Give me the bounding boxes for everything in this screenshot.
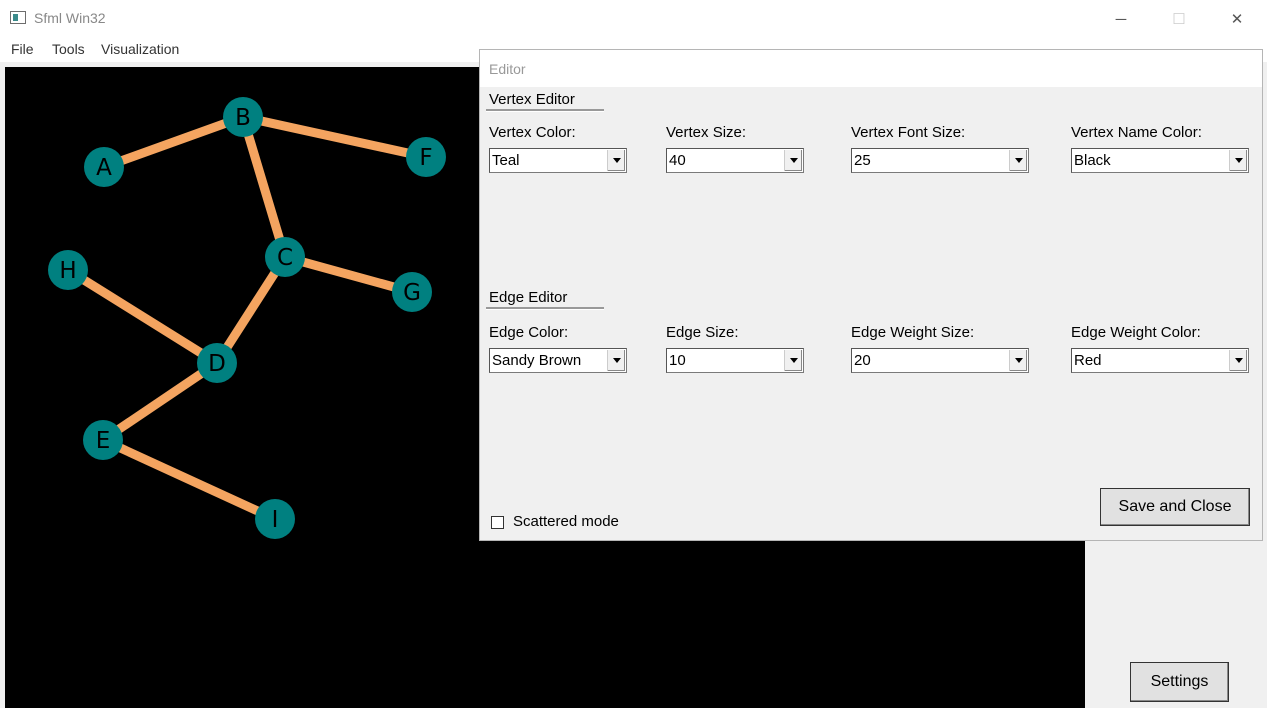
graph-vertex-label-G: G — [403, 280, 421, 306]
vertex-font-size-value: 25 — [854, 152, 871, 169]
editor-title: Editor — [489, 61, 526, 77]
edge-weight-color-label: Edge Weight Color: — [1071, 324, 1201, 341]
chevron-down-icon[interactable] — [784, 150, 802, 171]
window-title: Sfml Win32 — [34, 10, 106, 26]
scattered-mode-checkbox[interactable] — [491, 516, 504, 529]
graph-vertex-label-B: B — [235, 105, 251, 131]
edge-color-label: Edge Color: — [489, 324, 569, 341]
minimize-button[interactable]: ─ — [1092, 0, 1150, 38]
vertex-font-size-label: Vertex Font Size: — [851, 124, 966, 141]
chevron-down-icon[interactable] — [1009, 350, 1027, 371]
edge-weight-size-value: 20 — [854, 352, 871, 369]
graph-vertex-label-A: A — [96, 155, 112, 181]
menu-file[interactable]: File — [11, 41, 34, 57]
edge-size-select[interactable]: 10 — [666, 348, 804, 373]
vertex-color-value: Teal — [492, 152, 520, 169]
settings-button[interactable]: Settings — [1130, 662, 1229, 702]
menu-visualization[interactable]: Visualization — [101, 41, 179, 57]
chevron-down-icon[interactable] — [607, 350, 625, 371]
vertex-name-color-select[interactable]: Black — [1071, 148, 1249, 173]
edge-color-value: Sandy Brown — [492, 352, 582, 369]
edge-size-label: Edge Size: — [666, 324, 739, 341]
edge-weight-color-select[interactable]: Red — [1071, 348, 1249, 373]
chevron-down-icon[interactable] — [784, 350, 802, 371]
title-bar: Sfml Win32 ─ ☐ ✕ — [0, 0, 1267, 38]
edge-weight-color-value: Red — [1074, 352, 1102, 369]
vertex-color-select[interactable]: Teal — [489, 148, 627, 173]
graph-vertex-label-F: F — [419, 145, 432, 171]
graph-vertex-label-D: D — [208, 351, 226, 377]
graph-edge-A-B — [102, 112, 245, 172]
editor-window: Editor Vertex Editor Vertex Color: Teal … — [479, 49, 1263, 541]
vertex-name-color-value: Black — [1074, 152, 1111, 169]
scattered-mode-label: Scattered mode — [513, 513, 619, 530]
save-and-close-button[interactable]: Save and Close — [1100, 488, 1250, 526]
edge-size-value: 10 — [669, 352, 686, 369]
close-button[interactable]: ✕ — [1208, 0, 1266, 38]
graph-vertex-label-H: H — [59, 258, 76, 284]
chevron-down-icon[interactable] — [1229, 150, 1247, 171]
vertex-size-label: Vertex Size: — [666, 124, 747, 141]
vertex-editor-title: Vertex Editor — [489, 91, 575, 108]
vertex-size-select[interactable]: 40 — [666, 148, 804, 173]
edge-editor-divider — [486, 307, 604, 310]
app-icon — [10, 11, 26, 24]
graph-vertex-label-I: I — [272, 507, 279, 533]
graph-vertex-label-C: C — [277, 245, 293, 271]
graph-edge-B-F — [242, 112, 427, 162]
edge-color-select[interactable]: Sandy Brown — [489, 348, 627, 373]
graph-edge-B-C — [238, 115, 290, 259]
graph-edge-H-D — [65, 266, 220, 367]
graph-edge-D-E — [100, 359, 220, 444]
graph-edge-E-I — [101, 435, 277, 524]
chevron-down-icon[interactable] — [607, 150, 625, 171]
vertex-name-color-label: Vertex Name Color: — [1071, 124, 1202, 141]
maximize-button[interactable]: ☐ — [1150, 0, 1208, 38]
edge-weight-size-select[interactable]: 20 — [851, 348, 1029, 373]
vertex-color-label: Vertex Color: — [489, 124, 576, 141]
chevron-down-icon[interactable] — [1229, 350, 1247, 371]
vertex-font-size-select[interactable]: 25 — [851, 148, 1029, 173]
chevron-down-icon[interactable] — [1009, 150, 1027, 171]
edge-editor-title: Edge Editor — [489, 289, 568, 306]
editor-title-bar: Editor — [480, 50, 1262, 87]
vertex-size-value: 40 — [669, 152, 686, 169]
edge-weight-size-label: Edge Weight Size: — [851, 324, 975, 341]
menu-tools[interactable]: Tools — [52, 41, 85, 57]
graph-vertex-label-E: E — [96, 428, 111, 454]
vertex-editor-divider — [486, 109, 604, 112]
